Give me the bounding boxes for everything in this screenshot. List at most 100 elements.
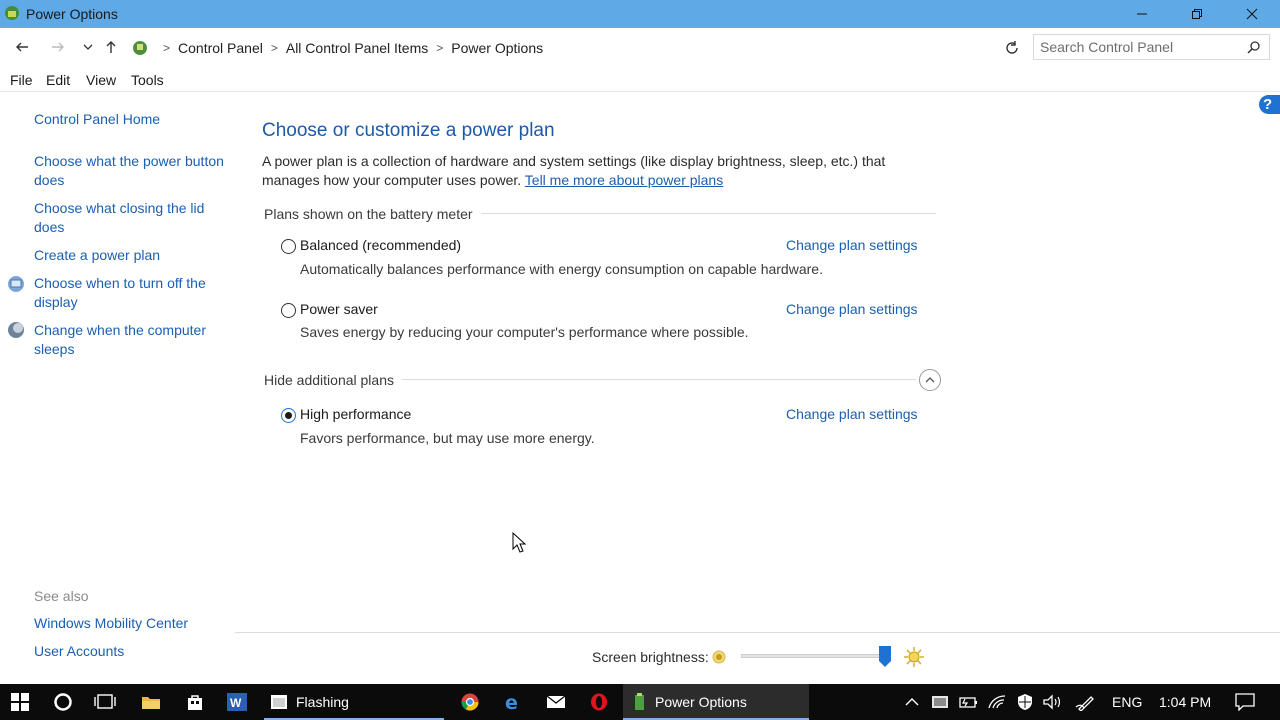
shield-icon (1018, 694, 1032, 710)
control-panel-icon (133, 41, 147, 55)
breadcrumb-control-panel[interactable]: Control Panel (178, 40, 263, 56)
speaker-icon (1043, 694, 1061, 710)
chrome-button[interactable] (451, 684, 489, 720)
chrome-icon (461, 693, 479, 711)
help-icon[interactable]: ? (1259, 95, 1280, 114)
screen-tray-icon (932, 696, 948, 708)
store-button[interactable] (176, 684, 214, 720)
sidebar-link-computer-sleeps[interactable]: Change when the computer sleeps (34, 321, 224, 359)
sidebar-link-create-plan[interactable]: Create a power plan (34, 246, 160, 265)
task-view-icon (94, 694, 116, 709)
address-bar[interactable]: > Control Panel > All Control Panel Item… (126, 34, 1116, 60)
word-button[interactable]: W (218, 684, 256, 720)
sidebar-home-link[interactable]: Control Panel Home (34, 110, 160, 129)
menu-file[interactable]: File (10, 72, 33, 88)
sidebar-link-user-accounts[interactable]: User Accounts (34, 642, 124, 661)
high-performance-radio[interactable] (281, 408, 296, 423)
taskbar-app-flashing[interactable]: Flashing (264, 684, 444, 720)
breadcrumb-separator: > (436, 41, 444, 55)
plan-name-high-performance[interactable]: High performance (300, 406, 411, 422)
opera-button[interactable] (580, 684, 618, 720)
hide-additional-plans-label[interactable]: Hide additional plans (264, 372, 402, 388)
volume-button[interactable] (1041, 684, 1065, 720)
page-title: Choose or customize a power plan (262, 120, 555, 141)
brightness-high-icon (904, 647, 924, 667)
edge-button[interactable]: e (494, 684, 532, 720)
restore-icon (1192, 9, 1202, 19)
plan-desc-power-saver: Saves energy by reducing your computer's… (300, 324, 749, 340)
sidebar-link-mobility-center[interactable]: Windows Mobility Center (34, 614, 188, 633)
menu-tools[interactable]: Tools (131, 72, 164, 88)
chevron-up-icon (925, 377, 935, 383)
recent-locations-button[interactable] (78, 37, 98, 57)
power-saver-radio[interactable] (281, 303, 296, 318)
pen-workspace-button[interactable] (1074, 684, 1098, 720)
task-view-button[interactable] (86, 684, 124, 720)
window-app-icon (271, 695, 287, 709)
store-bag-icon (188, 695, 202, 710)
edge-icon: e (505, 693, 518, 711)
show-hidden-icons-button[interactable] (901, 684, 923, 720)
file-explorer-button[interactable] (132, 684, 170, 720)
clock[interactable]: 1:04 PM (1159, 694, 1211, 710)
taskbar-app-label: Power Options (655, 694, 747, 710)
restore-button[interactable] (1174, 0, 1220, 28)
forward-button[interactable] (48, 37, 68, 57)
search-box[interactable] (1033, 34, 1270, 60)
close-button[interactable] (1229, 0, 1275, 28)
brightness-slider-track[interactable] (741, 654, 881, 658)
up-button[interactable] (101, 37, 121, 57)
plan-name-balanced[interactable]: Balanced (recommended) (300, 237, 461, 253)
wifi-icon (988, 695, 1006, 709)
folder-icon (142, 697, 160, 709)
change-plan-settings-balanced[interactable]: Change plan settings (786, 237, 918, 253)
network-button[interactable] (986, 684, 1008, 720)
page-description: A power plan is a collection of hardware… (262, 152, 922, 190)
action-center-button[interactable] (1230, 684, 1260, 720)
taskbar-app-power-options[interactable]: Power Options (623, 684, 809, 720)
balanced-radio[interactable] (281, 239, 296, 254)
sidebar-link-turn-off-display[interactable]: Choose when to turn off the display (34, 274, 224, 312)
collapse-plans-button[interactable] (919, 369, 941, 391)
sidebar-link-power-button[interactable]: Choose what the power button does (34, 152, 234, 190)
menu-view[interactable]: View (86, 72, 116, 88)
plan-desc-high-performance: Favors performance, but may use more ene… (300, 430, 595, 446)
search-icon (1247, 41, 1260, 54)
search-input[interactable] (1040, 38, 1240, 56)
chevron-up-icon (905, 698, 919, 706)
refresh-icon[interactable] (1003, 39, 1021, 57)
mail-button[interactable] (537, 684, 575, 720)
word-icon: W (227, 693, 247, 711)
sidebar-link-closing-lid[interactable]: Choose what closing the lid does (34, 199, 219, 237)
notification-icon (1235, 693, 1255, 711)
screen-brightness-label: Screen brightness: (592, 649, 709, 665)
change-plan-settings-power-saver[interactable]: Change plan settings (786, 301, 918, 317)
svg-text:W: W (230, 696, 242, 710)
battery-meter-label: Plans shown on the battery meter (264, 206, 481, 222)
change-plan-settings-high-performance[interactable]: Change plan settings (786, 406, 918, 422)
arrow-right-icon (52, 42, 64, 52)
language-indicator[interactable]: ENG (1112, 694, 1142, 710)
cortana-button[interactable] (44, 684, 82, 720)
tray-app-button[interactable] (929, 684, 951, 720)
breadcrumb-power-options[interactable]: Power Options (451, 40, 543, 56)
display-shield-icon (8, 276, 24, 292)
opera-icon (591, 693, 607, 711)
sleep-moon-icon (8, 322, 24, 338)
mouse-cursor-icon (512, 532, 527, 553)
learn-more-link[interactable]: Tell me more about power plans (525, 172, 723, 188)
menu-edit[interactable]: Edit (46, 72, 70, 88)
battery-button[interactable] (957, 684, 979, 720)
minimize-button[interactable] (1119, 0, 1165, 28)
security-button[interactable] (1014, 684, 1036, 720)
taskbar-app-label: Flashing (296, 694, 349, 710)
divider (235, 632, 1280, 633)
plan-name-power-saver[interactable]: Power saver (300, 301, 378, 317)
start-button[interactable] (0, 684, 40, 720)
minimize-icon (1137, 13, 1147, 15)
brightness-slider-thumb[interactable] (879, 646, 891, 668)
breadcrumb-all-items[interactable]: All Control Panel Items (286, 40, 428, 56)
menu-bar: File Edit View Tools (0, 68, 1280, 92)
breadcrumb: > Control Panel > All Control Panel Item… (155, 40, 543, 56)
back-button[interactable] (12, 37, 32, 57)
